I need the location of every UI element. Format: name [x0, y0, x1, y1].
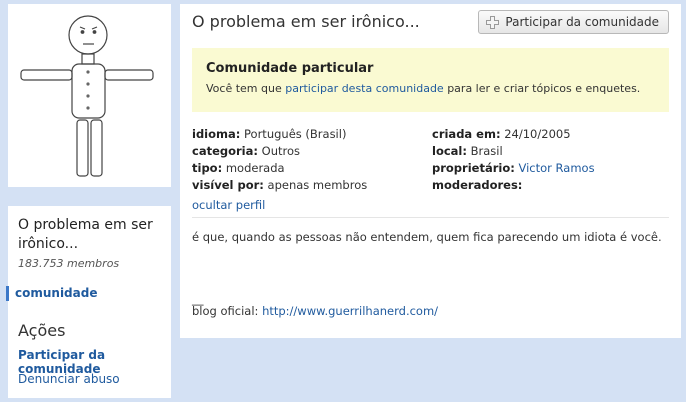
community-photo-panel — [8, 4, 171, 187]
detail-local: local: Brasil — [432, 143, 595, 160]
community-name: O problema em ser irônico... — [18, 217, 153, 252]
detail-value: moderada — [225, 161, 285, 175]
detail-label: tipo: — [192, 161, 223, 175]
private-community-notice: Comunidade particular Você tem que parti… — [192, 48, 669, 112]
detail-value: apenas membros — [267, 178, 368, 192]
detail-label: local: — [432, 144, 467, 158]
detail-tipo: tipo: moderada — [192, 160, 367, 177]
community-info-panel: O problema em ser irônico... 183.753 mem… — [6, 206, 171, 398]
detail-value: Outros — [261, 144, 300, 158]
detail-label: visível por: — [192, 178, 264, 192]
join-button-label: Participar da comunidade — [505, 15, 659, 29]
hide-profile-link[interactable]: ocultar perfil — [192, 198, 265, 212]
detail-categoria: categoria: Outros — [192, 143, 367, 160]
owner-link[interactable]: Victor Ramos — [518, 161, 594, 175]
join-community-button[interactable]: Participar da comunidade — [478, 10, 669, 34]
detail-label: idioma: — [192, 127, 241, 141]
detail-label: moderadores: — [432, 178, 523, 192]
detail-label: criada em: — [432, 127, 501, 141]
blog-line: blog oficial: http://www.guerrilhanerd.c… — [192, 304, 438, 318]
plus-icon — [486, 15, 500, 29]
sidebar-item-comunidade[interactable]: comunidade — [6, 286, 97, 301]
details-left-column: idioma: Português (Brasil) categoria: Ou… — [192, 126, 367, 194]
blog-label: blog oficial: — [192, 304, 263, 318]
report-abuse-link[interactable]: Denunciar abuso — [18, 372, 120, 386]
main-panel: O problema em ser irônico... Participar … — [180, 4, 681, 338]
detail-proprietario: proprietário: Victor Ramos — [432, 160, 595, 177]
private-notice-message: Você tem que participar desta comunidade… — [206, 82, 655, 95]
actions-heading: Ações — [18, 321, 66, 340]
detail-criada-em: criada em: 24/10/2005 — [432, 126, 595, 143]
detail-visivel-por: visível por: apenas membros — [192, 177, 367, 194]
participate-link[interactable]: participar desta comunidade — [285, 82, 443, 95]
divider — [192, 217, 669, 218]
detail-value: Português (Brasil) — [244, 127, 347, 141]
member-count[interactable]: 183.753 membros — [18, 257, 119, 270]
notice-text-before: Você tem que — [206, 82, 286, 95]
notice-text-after: para ler e criar tópicos e enquetes. — [443, 82, 641, 95]
details-right-column: criada em: 24/10/2005 local: Brasil prop… — [432, 126, 595, 194]
page-title: O problema em ser irônico... — [192, 12, 420, 31]
detail-label: categoria: — [192, 144, 258, 158]
community-photo — [20, 15, 154, 177]
private-notice-title: Comunidade particular — [206, 61, 374, 76]
detail-value: Brasil — [470, 144, 503, 158]
detail-idioma: idioma: Português (Brasil) — [192, 126, 367, 143]
detail-label: proprietário: — [432, 161, 515, 175]
community-description: é que, quando as pessoas não entendem, q… — [192, 230, 662, 244]
detail-value: 24/10/2005 — [504, 127, 571, 141]
blog-link[interactable]: http://www.guerrilhanerd.com/ — [262, 304, 438, 318]
detail-moderadores: moderadores: — [432, 177, 595, 194]
